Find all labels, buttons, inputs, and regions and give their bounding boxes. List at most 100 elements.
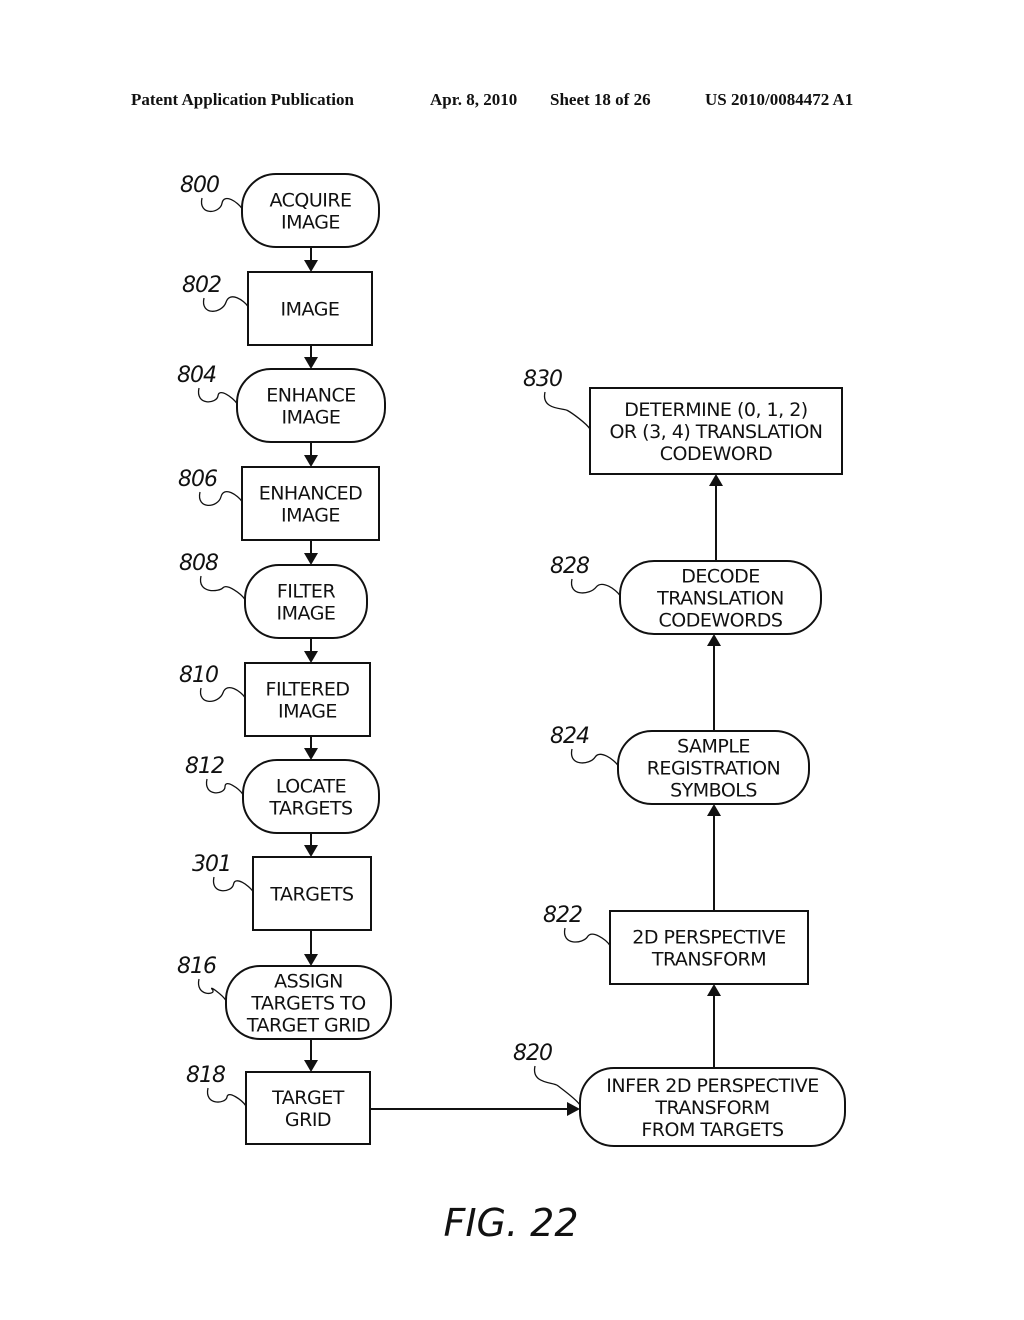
reference-numeral: 812	[185, 754, 224, 779]
arrowhead-icon	[304, 651, 318, 663]
arrowhead-icon	[304, 845, 318, 857]
arrowhead-icon	[304, 455, 318, 467]
node-label-line: FILTERED	[266, 679, 350, 701]
node-label-line: TARGETS	[269, 884, 353, 906]
edge-806-to-808	[304, 540, 318, 565]
edge-802-to-804	[304, 345, 318, 369]
node-label-line: DECODE	[681, 566, 760, 588]
node-label-line: LOCATE	[276, 776, 346, 798]
leader-line	[563, 927, 611, 946]
reference-numeral: 822	[543, 903, 582, 928]
leader-line	[200, 197, 243, 213]
edge-818-to-820	[370, 1102, 580, 1116]
leader-line	[570, 578, 621, 596]
node-label-line: CODEWORD	[660, 443, 772, 465]
node-label-line: TARGET	[271, 1087, 345, 1109]
leader-line	[198, 491, 243, 506]
leader-line	[197, 387, 238, 404]
arrowhead-icon	[304, 1060, 318, 1072]
node-label-line: TARGETS TO	[250, 993, 365, 1015]
arrowhead-icon	[304, 357, 318, 369]
node-label-line: TRANSLATION	[656, 588, 784, 610]
leader-line	[205, 778, 244, 795]
node-label-line: CODEWORDS	[659, 610, 783, 632]
reference-numeral: 810	[179, 663, 218, 688]
node-label-line: TARGETS	[268, 798, 352, 820]
node-label-line: SYMBOLS	[670, 780, 757, 802]
edge-301-to-816	[304, 930, 318, 966]
reference-numeral: 824	[550, 724, 589, 749]
flow-node-822: 2D PERSPECTIVETRANSFORM 822	[543, 903, 809, 985]
node-label-line: ENHANCED	[259, 483, 363, 505]
edge-824-to-828	[707, 634, 721, 731]
flow-node-820: INFER 2D PERSPECTIVETRANSFORMFROM TARGET…	[513, 1041, 846, 1147]
node-label-line: SAMPLE	[677, 736, 750, 758]
flowchart: ACQUIREIMAGE800IMAGE802ENHANCEIMAGE804EN…	[177, 173, 846, 1245]
reference-numeral: 830	[523, 367, 562, 392]
arrowhead-icon	[709, 474, 723, 486]
node-label-line: GRID	[285, 1109, 331, 1131]
flow-node-800: ACQUIREIMAGE 800	[180, 173, 380, 248]
edge-828-to-830	[709, 474, 723, 561]
leader-line	[199, 687, 246, 702]
flow-node-810: FILTEREDIMAGE 810	[179, 662, 371, 737]
flow-node-824: SAMPLEREGISTRATIONSYMBOLS 824	[550, 724, 810, 805]
reference-numeral: 828	[550, 554, 590, 579]
edge-820-to-822	[707, 984, 721, 1068]
arrowhead-icon	[304, 748, 318, 760]
reference-numeral: 804	[177, 363, 216, 388]
node-label-line: IMAGE	[278, 701, 337, 723]
reference-numeral: 808	[179, 551, 219, 576]
node-label-line: ASSIGN	[274, 971, 343, 993]
leader-line	[206, 1087, 247, 1107]
flow-node-806: ENHANCEDIMAGE 806	[178, 466, 380, 541]
flow-node-830: DETERMINE (0, 1, 2)OR (3, 4) TRANSLATION…	[523, 367, 843, 475]
flow-node-804: ENHANCEIMAGE 804	[177, 363, 386, 443]
flow-node-808: FILTERIMAGE 808	[179, 551, 368, 639]
node-label-line: TRANSFORM	[651, 949, 766, 971]
arrowhead-icon	[707, 634, 721, 646]
node-label-line: IMAGE	[281, 505, 340, 527]
edge-800-to-802	[304, 247, 318, 272]
reference-numeral: 820	[513, 1041, 552, 1066]
edge-812-to-301	[304, 833, 318, 857]
node-label-line: IMAGE	[277, 603, 336, 625]
edge-804-to-806	[304, 442, 318, 467]
flow-node-812: LOCATETARGETS 812	[185, 754, 380, 834]
node-label-line: 2D PERSPECTIVE	[632, 927, 785, 949]
reference-numeral: 301	[192, 852, 231, 877]
reference-numeral: 800	[180, 173, 219, 198]
arrowhead-icon	[707, 984, 721, 996]
node-label-line: FILTER	[277, 581, 336, 603]
node-label-line: OR (3, 4) TRANSLATION	[609, 421, 822, 443]
leader-line	[543, 391, 591, 430]
node-label-line: IMAGE	[281, 299, 340, 321]
node-label-line: TRANSFORM	[654, 1097, 769, 1119]
edge-810-to-812	[304, 736, 318, 760]
edge-816-to-818	[304, 1039, 318, 1072]
leader-line	[197, 978, 227, 1001]
reference-numeral: 816	[177, 954, 217, 979]
arrowhead-icon	[304, 954, 318, 966]
figure-caption: FIG. 22	[443, 1201, 578, 1245]
arrowhead-icon	[567, 1102, 580, 1116]
arrowhead-icon	[304, 553, 318, 565]
node-label-line: ACQUIRE	[269, 190, 351, 212]
flow-node-816: ASSIGNTARGETS TOTARGET GRID 816	[177, 954, 392, 1040]
nodes-layer: ACQUIREIMAGE800IMAGE802ENHANCEIMAGE804EN…	[177, 173, 846, 1147]
edge-808-to-810	[304, 638, 318, 663]
arrowhead-icon	[304, 260, 318, 272]
node-label-line: FROM TARGETS	[641, 1119, 783, 1141]
leader-line	[570, 748, 619, 766]
flow-node-828: DECODETRANSLATIONCODEWORDS 828	[550, 554, 822, 635]
flow-node-802: IMAGE 802	[182, 271, 373, 346]
node-label-line: INFER 2D PERSPECTIVE	[606, 1075, 818, 1097]
leader-line	[212, 876, 254, 892]
reference-numeral: 806	[178, 467, 218, 492]
node-label-line: IMAGE	[282, 407, 341, 429]
node-label-line: DETERMINE (0, 1, 2)	[624, 399, 807, 421]
flow-node-301: TARGETS 301	[192, 852, 372, 931]
leader-line	[202, 296, 249, 312]
edge-822-to-824	[707, 804, 721, 911]
node-label-line: REGISTRATION	[647, 758, 781, 780]
